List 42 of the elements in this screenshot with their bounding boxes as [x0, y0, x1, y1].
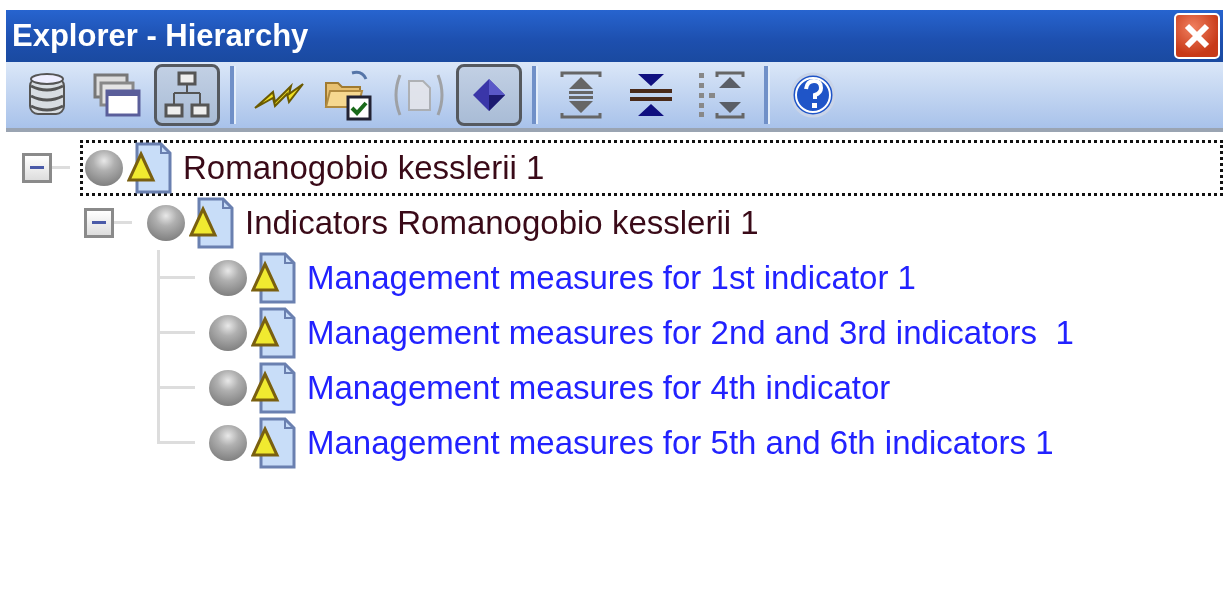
expand-level-icon [697, 71, 745, 119]
status-ball-icon [207, 367, 249, 408]
hierarchy-icon [164, 71, 210, 119]
window-title: Explorer - Hierarchy [12, 18, 309, 54]
tree-item-label: Management measures for 4th indicator [307, 368, 891, 407]
warning-document-icon [251, 251, 299, 304]
close-button[interactable] [1174, 13, 1220, 59]
warning-document-icon [189, 196, 237, 249]
tree-item-label: Romanogobio kesslerii 1 [183, 148, 545, 187]
tree-item[interactable]: Management measures for 1st indicator 1 [204, 249, 929, 306]
document-icon [392, 73, 446, 117]
status-ball-icon [207, 257, 249, 298]
tree-item-label: Management measures for 5th and 6th indicators 1 [307, 423, 1054, 462]
tree-item[interactable]: Management measures for 5th and 6th indicators 1 [204, 414, 1067, 471]
warning-document-icon [251, 361, 299, 414]
diamond-icon [472, 78, 506, 112]
tree-item[interactable]: Management measures for 4th indicator [204, 359, 904, 416]
diamond-button[interactable] [456, 64, 522, 126]
help-icon [790, 72, 836, 118]
hierarchy-button[interactable] [154, 64, 220, 126]
lightning-icon [253, 80, 305, 110]
collapse-icon [628, 72, 674, 118]
expand-icon [560, 71, 602, 119]
tree-item[interactable]: Management measures for 2nd and 3rd indicators 1 [204, 304, 1087, 361]
status-ball-icon [207, 422, 249, 463]
status-ball-icon [145, 202, 187, 243]
collapse-toggle[interactable] [22, 152, 52, 183]
windows-icon [93, 73, 141, 117]
folder-check-icon [324, 69, 374, 121]
tree-item-label: Indicators Romanogobio kesslerii 1 [245, 203, 759, 242]
warning-document-icon [251, 416, 299, 469]
tree-item[interactable]: Romanogobio kesslerii 1 [80, 139, 1223, 196]
warning-document-icon [251, 306, 299, 359]
tree-item-label: Management measures for 1st indicator 1 [307, 258, 916, 297]
status-ball-icon [207, 312, 249, 353]
database-icon [27, 72, 67, 118]
collapse-toggle[interactable] [84, 207, 114, 238]
status-ball-icon [83, 147, 125, 188]
tree-item[interactable]: Indicators Romanogobio kesslerii 1 [142, 194, 772, 251]
tree-item-label: Management measures for 2nd and 3rd indicators 1 [307, 313, 1074, 352]
close-icon [1184, 23, 1210, 49]
warning-document-icon [127, 141, 175, 194]
